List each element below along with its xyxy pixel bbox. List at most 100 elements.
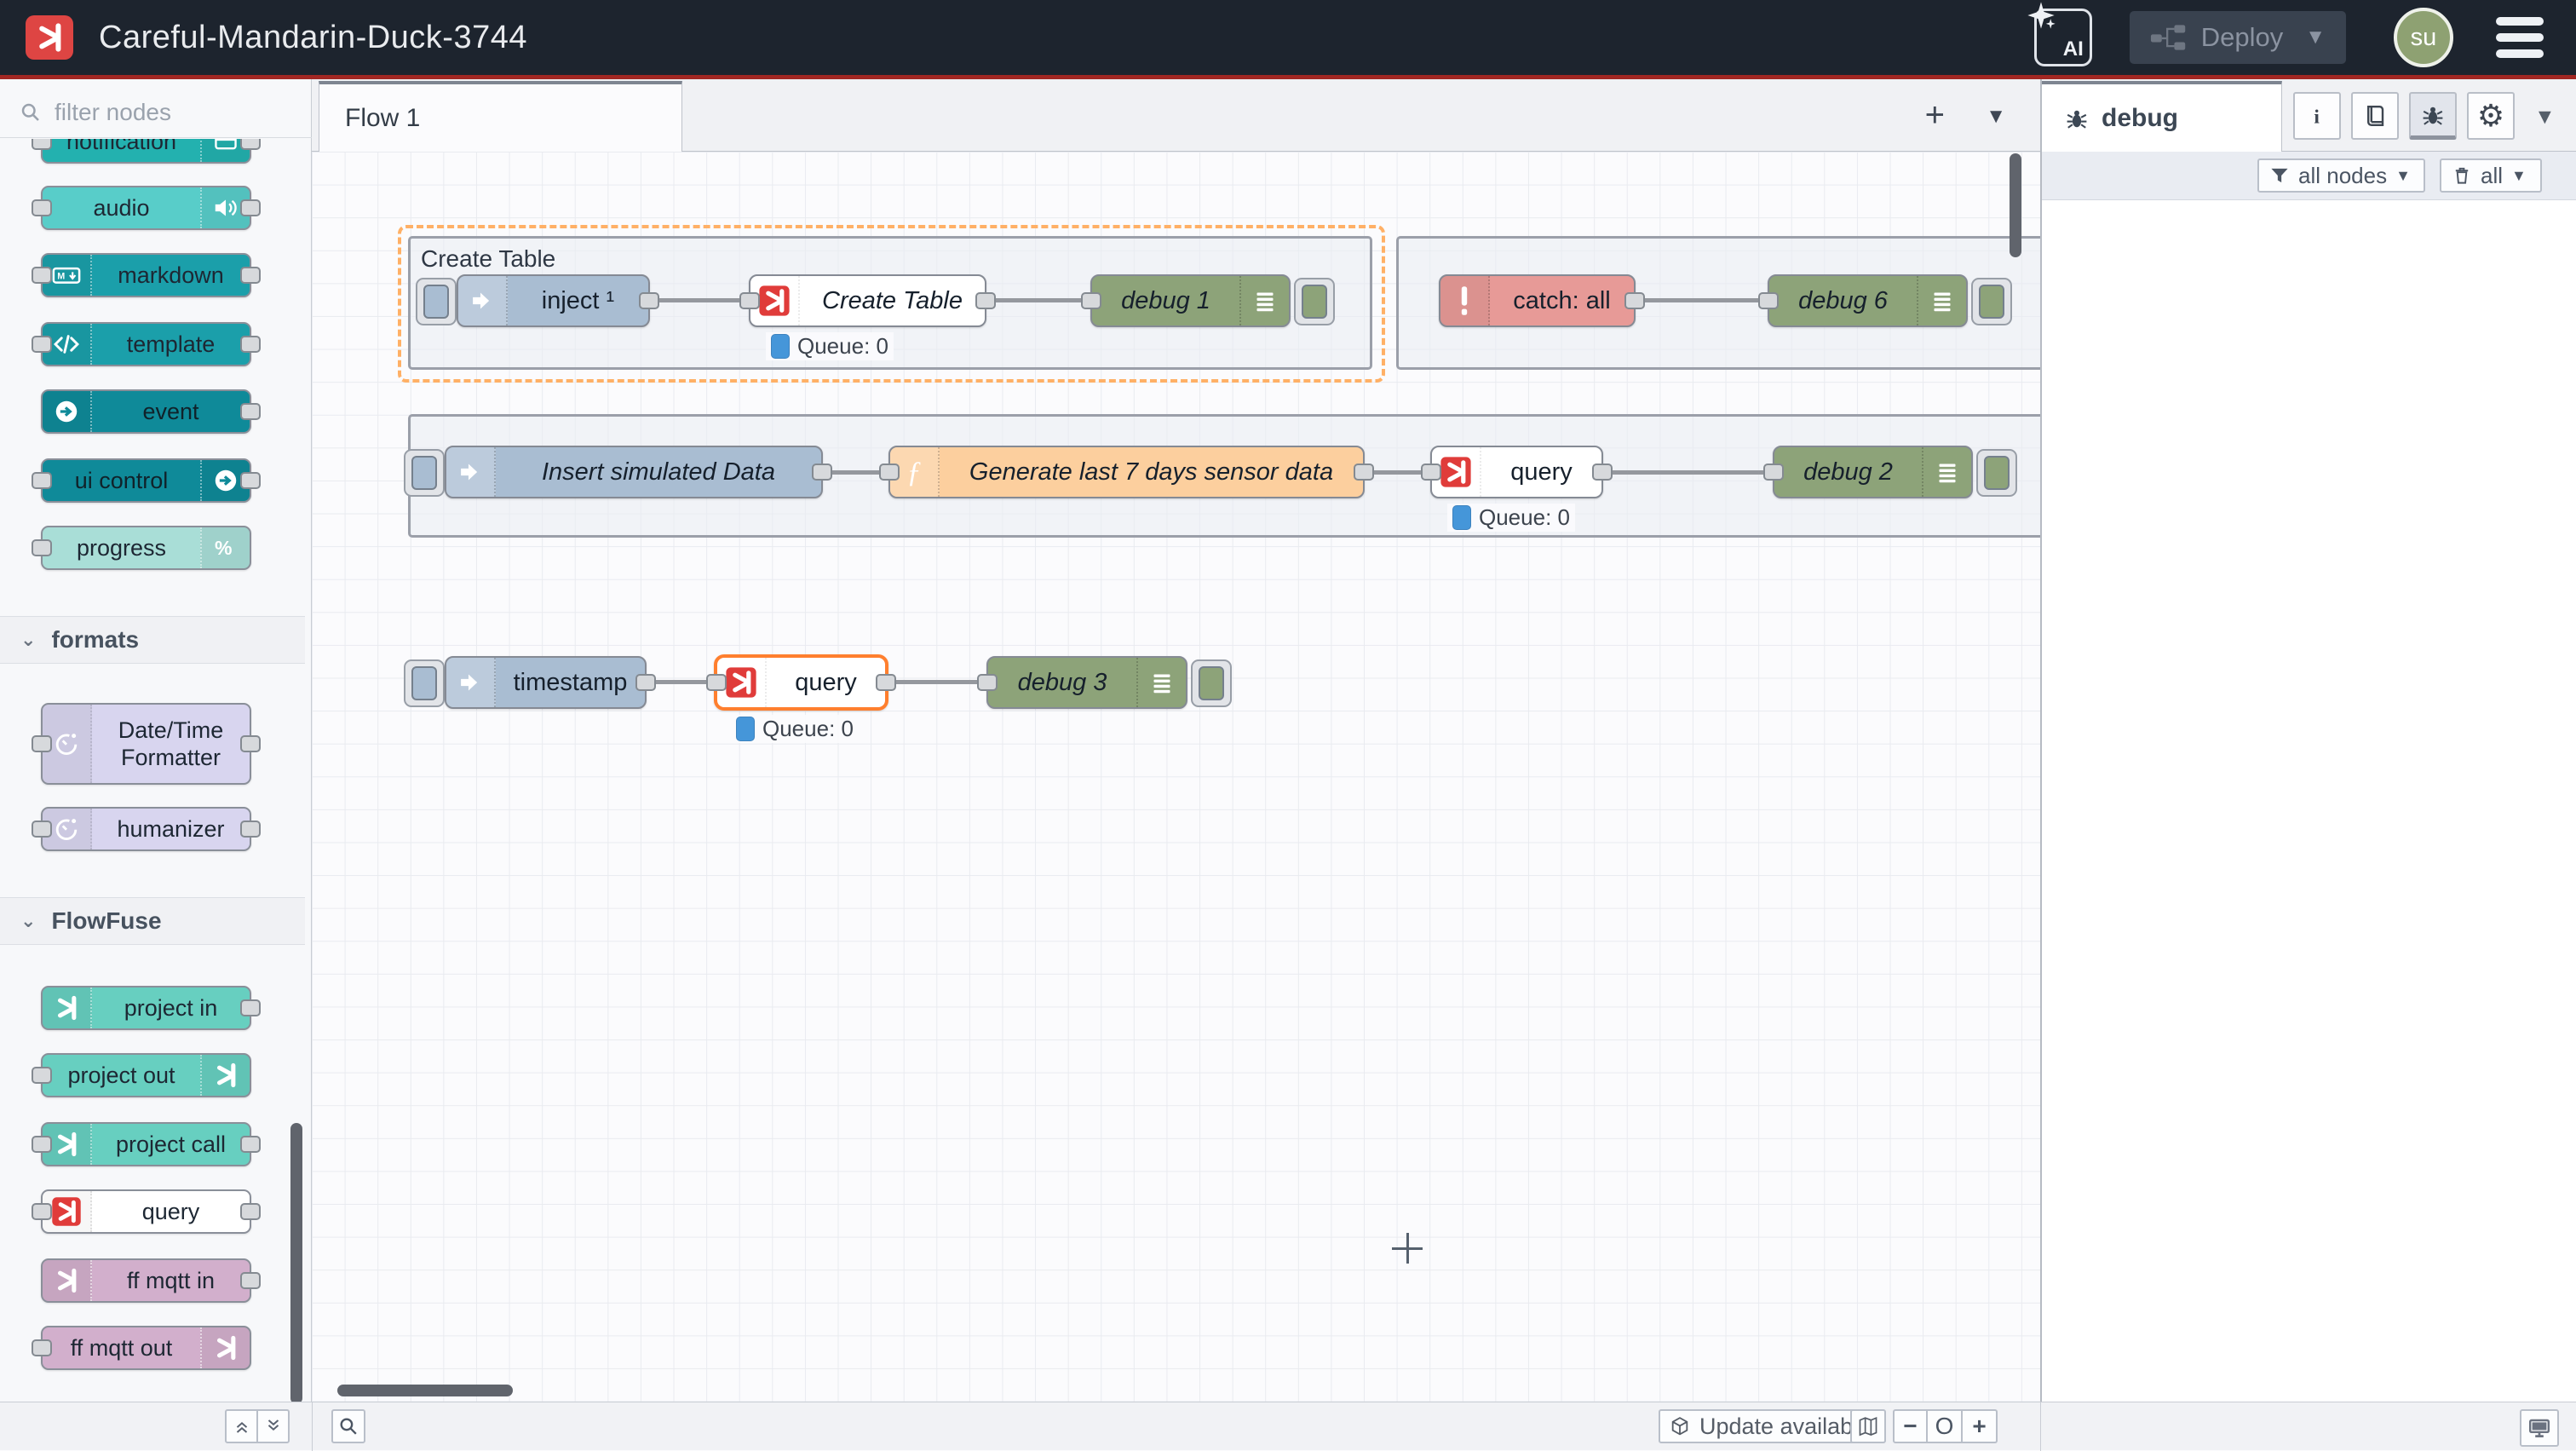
port[interactable] (240, 472, 261, 489)
wire[interactable] (1603, 470, 1773, 475)
node-query-2[interactable]: query (1430, 446, 1603, 498)
port[interactable] (1624, 292, 1645, 309)
palette-node-project-call[interactable]: project call (41, 1122, 251, 1166)
node-debug-2[interactable]: debug 2 (1773, 446, 1973, 498)
debug-clear-button[interactable]: all ▼ (2440, 158, 2542, 193)
palette-node-ui-control[interactable]: ui control (41, 458, 251, 503)
port[interactable] (32, 1203, 52, 1220)
deploy-caret-icon[interactable]: ▼ (2305, 26, 2326, 49)
port[interactable] (32, 1067, 52, 1084)
palette-section-flowfuse[interactable]: ⌄ FlowFuse (0, 897, 305, 945)
port[interactable] (240, 999, 261, 1016)
port[interactable] (32, 1136, 52, 1153)
palette-node-humanizer[interactable]: humanizer (41, 807, 251, 851)
port[interactable] (975, 292, 996, 309)
port[interactable] (32, 267, 52, 284)
inject-button[interactable] (404, 659, 445, 707)
port[interactable] (32, 821, 52, 838)
tab-list-caret-icon[interactable]: ▼ (1986, 105, 2006, 129)
avatar[interactable]: su (2394, 8, 2453, 67)
node-query-selected[interactable]: query (714, 654, 888, 711)
port[interactable] (32, 539, 52, 556)
minimap-button[interactable] (1850, 1409, 1886, 1443)
palette-node-markdown[interactable]: M markdown (41, 253, 251, 297)
info-tab-button[interactable]: i (2293, 92, 2341, 140)
port[interactable] (32, 139, 52, 150)
canvas-search-button[interactable] (331, 1409, 365, 1443)
debug-toggle-button[interactable] (1976, 449, 2017, 497)
debug-toggle-button[interactable] (1294, 278, 1335, 325)
main-menu-button[interactable] (2496, 17, 2544, 58)
add-flow-button[interactable]: + (1925, 98, 1945, 132)
wire[interactable] (1636, 298, 1768, 302)
palette-node-query[interactable]: query (41, 1189, 251, 1234)
update-available-button[interactable]: Update available (1659, 1409, 1881, 1443)
wire[interactable] (647, 680, 714, 684)
port[interactable] (1763, 464, 1784, 481)
port[interactable] (32, 472, 52, 489)
port[interactable] (240, 139, 261, 150)
node-inject-1[interactable]: inject ¹ (457, 274, 650, 327)
flowfuse-logo-icon[interactable] (26, 15, 73, 60)
palette-node-progress[interactable]: progress % (41, 526, 251, 570)
node-timestamp[interactable]: timestamp (445, 656, 647, 709)
port[interactable] (812, 464, 832, 481)
config-gear-button[interactable]: ⚙ (2467, 92, 2515, 140)
palette-section-formats[interactable]: ⌄ formats (0, 616, 305, 664)
inject-button[interactable] (416, 278, 457, 325)
port[interactable] (639, 292, 659, 309)
port[interactable] (240, 336, 261, 353)
port[interactable] (240, 1136, 261, 1153)
port[interactable] (240, 1272, 261, 1289)
zoom-reset-button[interactable]: O (1928, 1409, 1963, 1443)
expand-all-button[interactable] (258, 1417, 288, 1436)
port[interactable] (739, 292, 760, 309)
port[interactable] (1592, 464, 1613, 481)
port[interactable] (1354, 464, 1374, 481)
canvas-horizontal-scrollbar[interactable] (337, 1385, 513, 1396)
port[interactable] (32, 735, 52, 752)
node-create-table[interactable]: Create Table (749, 274, 986, 327)
port[interactable] (32, 199, 52, 216)
help-book-button[interactable] (2351, 92, 2399, 140)
sidebar-tab-debug[interactable]: debug (2042, 81, 2282, 152)
debug-toggle-button[interactable] (1971, 278, 2012, 325)
zoom-in-button[interactable]: + (1963, 1409, 1998, 1443)
palette-node-ff-mqtt-in[interactable]: ff mqtt in (41, 1258, 251, 1303)
port[interactable] (635, 674, 656, 691)
port[interactable] (1421, 464, 1441, 481)
palette-node-notification[interactable]: notification (41, 139, 251, 164)
palette-node-datetime-formatter[interactable]: Date/Time Formatter (41, 703, 251, 785)
node-debug-6[interactable]: debug 6 (1768, 274, 1968, 327)
zoom-out-button[interactable]: − (1893, 1409, 1928, 1443)
debug-toggle-button[interactable] (1191, 659, 1232, 707)
port[interactable] (240, 1203, 261, 1220)
palette-node-project-out[interactable]: project out (41, 1053, 251, 1097)
palette-search[interactable]: filter nodes (0, 88, 312, 138)
node-insert-simulated-data[interactable]: Insert simulated Data (445, 446, 823, 498)
collapse-all-button[interactable] (227, 1411, 258, 1442)
port[interactable] (240, 199, 261, 216)
port[interactable] (977, 674, 998, 691)
node-debug-3[interactable]: debug 3 (986, 656, 1187, 709)
tab-flow-1[interactable]: Flow 1 (319, 81, 682, 152)
node-debug-1[interactable]: debug 1 (1090, 274, 1291, 327)
port[interactable] (32, 1339, 52, 1356)
wire[interactable] (650, 298, 749, 302)
port[interactable] (240, 403, 261, 420)
deploy-button[interactable]: Deploy ▼ (2130, 11, 2346, 64)
port[interactable] (876, 674, 896, 691)
inject-button[interactable] (404, 449, 445, 497)
port[interactable] (879, 464, 900, 481)
port[interactable] (240, 735, 261, 752)
port[interactable] (1081, 292, 1101, 309)
dashboard-monitor-button[interactable] (2520, 1409, 2559, 1447)
palette-scrollbar[interactable] (290, 1123, 302, 1404)
palette-scroll-area[interactable]: notification audio M markdown (0, 139, 312, 1402)
port[interactable] (706, 674, 727, 691)
flow-canvas[interactable]: Create Table inject ¹ Create Table Queue… (312, 152, 2040, 1402)
sidebar-menu-caret-icon[interactable]: ▼ (2534, 105, 2556, 130)
node-generate-sensor-data[interactable]: ƒ Generate last 7 days sensor data (888, 446, 1365, 498)
debug-filter-button[interactable]: all nodes ▼ (2257, 158, 2425, 193)
ai-assistant-button[interactable]: AI (2034, 9, 2092, 66)
